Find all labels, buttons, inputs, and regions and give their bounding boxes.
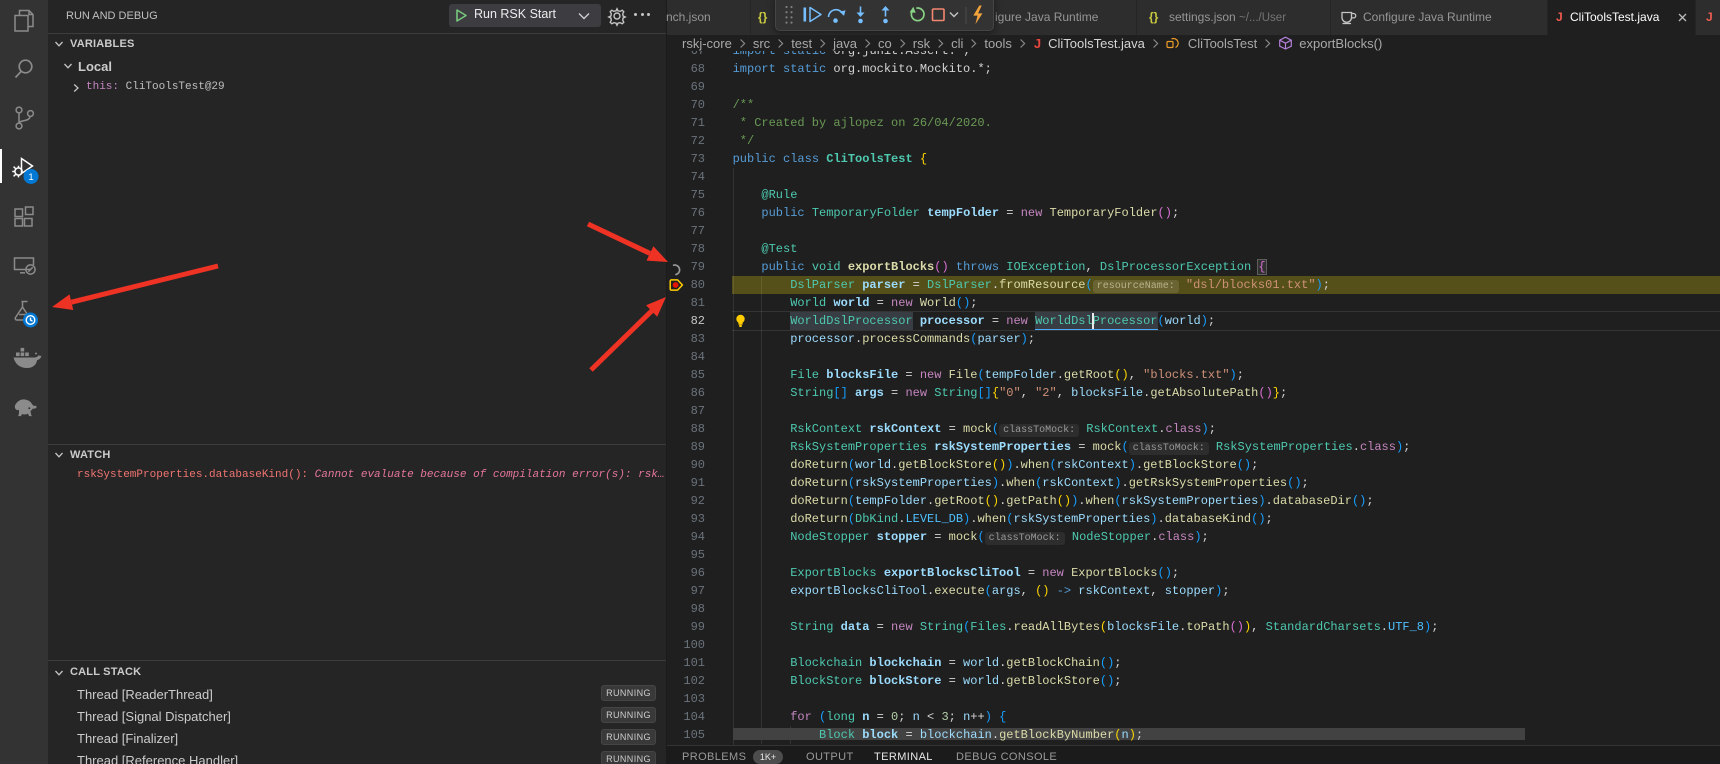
- svg-text:1: 1: [28, 172, 33, 183]
